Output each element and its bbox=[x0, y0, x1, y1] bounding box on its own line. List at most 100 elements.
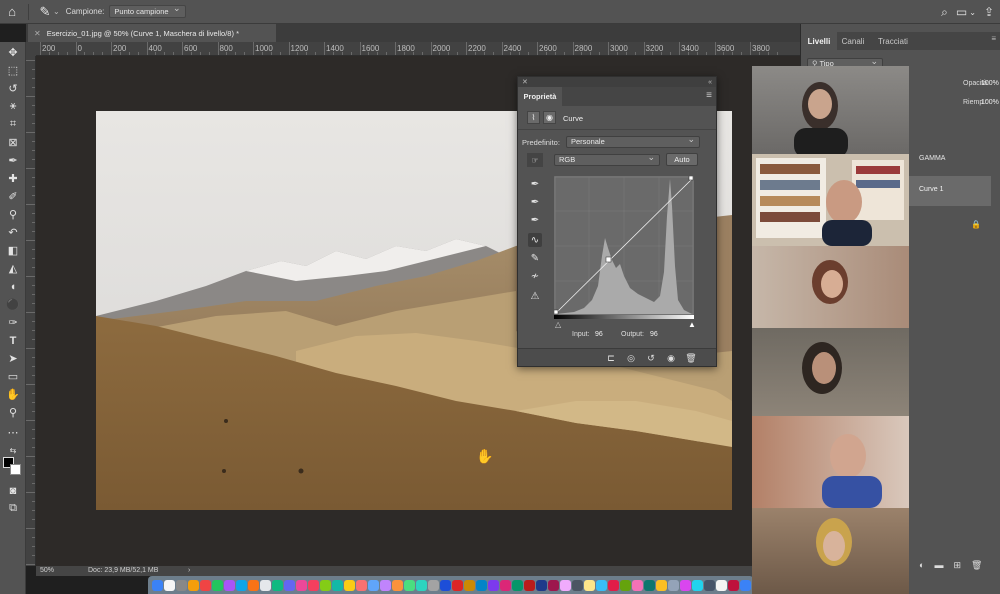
type-tool-icon[interactable]: T bbox=[3, 332, 23, 349]
sample-gray-point-icon[interactable]: ✒ bbox=[528, 195, 542, 209]
dock-app-icon[interactable] bbox=[608, 579, 619, 591]
opacity-value[interactable]: 100% bbox=[981, 80, 999, 87]
search-icon[interactable]: ⌕ bbox=[941, 5, 948, 20]
dock-app-icon[interactable] bbox=[248, 579, 259, 591]
dock-app-icon[interactable] bbox=[740, 579, 751, 591]
lasso-tool-icon[interactable]: ↺ bbox=[3, 80, 23, 97]
dock-app-icon[interactable] bbox=[224, 579, 235, 591]
move-tool-icon[interactable]: ✥ bbox=[3, 44, 23, 61]
dock-app-icon[interactable] bbox=[692, 579, 703, 591]
dock-app-icon[interactable] bbox=[416, 579, 427, 591]
dock-app-icon[interactable] bbox=[596, 579, 607, 591]
dock-app-icon[interactable] bbox=[584, 579, 595, 591]
preset-select[interactable]: Personale bbox=[566, 134, 700, 148]
dock-app-icon[interactable] bbox=[572, 579, 583, 591]
dock-app-icon[interactable] bbox=[464, 579, 475, 591]
dock-app-icon[interactable] bbox=[344, 579, 355, 591]
dock-app-icon[interactable] bbox=[620, 579, 631, 591]
draw-curve-pencil-icon[interactable]: ✎ bbox=[528, 251, 542, 265]
arrange-chevron-icon[interactable]: ⌄ bbox=[969, 8, 976, 17]
dock-app-icon[interactable] bbox=[296, 579, 307, 591]
home-icon[interactable]: ⌂ bbox=[0, 0, 24, 24]
new-adjustment-layer-icon[interactable]: ◐ bbox=[919, 560, 924, 574]
dock-app-icon[interactable] bbox=[680, 579, 691, 591]
dock-app-icon[interactable] bbox=[644, 579, 655, 591]
hand-tool-icon[interactable]: ✋ bbox=[3, 386, 23, 403]
brush-tool-icon[interactable]: ✐ bbox=[3, 188, 23, 205]
properties-panel-header[interactable]: ✕ « bbox=[518, 77, 716, 87]
participant-video-tile[interactable] bbox=[752, 508, 909, 594]
dock-app-icon[interactable] bbox=[272, 579, 283, 591]
dock-app-icon[interactable] bbox=[548, 579, 559, 591]
path-selection-tool-icon[interactable]: ➤ bbox=[3, 350, 23, 367]
dock-app-icon[interactable] bbox=[260, 579, 271, 591]
dock-app-icon[interactable] bbox=[512, 579, 523, 591]
dock-app-icon[interactable] bbox=[440, 579, 451, 591]
marquee-tool-icon[interactable]: ⬚ bbox=[3, 62, 23, 79]
status-arrow-icon[interactable]: › bbox=[188, 567, 190, 574]
dock-app-icon[interactable] bbox=[188, 579, 199, 591]
reset-adjustment-icon[interactable]: ↺ bbox=[644, 352, 658, 364]
dock-app-icon[interactable] bbox=[380, 579, 391, 591]
horizontal-ruler[interactable]: 200 0 200 400 600 800 1000 1200 1400 1600 1800 2000… bbox=[36, 42, 800, 56]
participant-video-tile[interactable] bbox=[752, 328, 909, 416]
healing-brush-tool-icon[interactable]: ✚ bbox=[3, 170, 23, 187]
zoom-tool-icon[interactable]: ⚲ bbox=[3, 404, 23, 421]
fill-value[interactable]: 100% bbox=[981, 99, 999, 106]
dock-app-icon[interactable] bbox=[728, 579, 739, 591]
rectangle-tool-icon[interactable]: ▭ bbox=[3, 368, 23, 385]
dock-app-icon[interactable] bbox=[704, 579, 715, 591]
delete-adjustment-icon[interactable]: 🗑 bbox=[684, 352, 698, 364]
close-panel-icon[interactable]: ✕ bbox=[522, 78, 528, 86]
sample-select[interactable]: Punto campione bbox=[109, 3, 186, 18]
crop-tool-icon[interactable]: ⌗ bbox=[3, 116, 23, 133]
dock-app-icon[interactable] bbox=[476, 579, 487, 591]
channel-select[interactable]: RGB bbox=[554, 152, 660, 166]
zoom-level[interactable]: 50% bbox=[40, 567, 54, 574]
eyedropper-tool-icon-side[interactable]: ✒ bbox=[3, 152, 23, 169]
dock-app-icon[interactable] bbox=[176, 579, 187, 591]
vertical-ruler[interactable] bbox=[26, 56, 36, 566]
document-tab[interactable]: ✕ Esercizio_01.jpg @ 50% (Curve 1, Masch… bbox=[28, 24, 276, 42]
dock-app-icon[interactable] bbox=[632, 579, 643, 591]
dock-app-icon[interactable] bbox=[212, 579, 223, 591]
blur-tool-icon[interactable]: ◖ bbox=[3, 278, 23, 295]
dock-app-icon[interactable] bbox=[368, 579, 379, 591]
dodge-tool-icon[interactable]: ⚫ bbox=[3, 296, 23, 313]
dock-app-icon[interactable] bbox=[500, 579, 511, 591]
on-image-adjustment-icon[interactable]: ☞ bbox=[527, 153, 543, 167]
layer-row-selected[interactable]: Curve 1 bbox=[909, 176, 991, 206]
dock-app-icon[interactable] bbox=[536, 579, 547, 591]
dock-app-icon[interactable] bbox=[164, 579, 175, 591]
dock-app-icon[interactable] bbox=[404, 579, 415, 591]
layer-mask-icon[interactable]: ◉ bbox=[543, 111, 556, 124]
panel-menu-icon[interactable]: ≡ bbox=[706, 90, 712, 101]
dock-app-icon[interactable] bbox=[332, 579, 343, 591]
new-layer-icon[interactable]: ⊞ bbox=[953, 560, 961, 574]
dock-app-icon[interactable] bbox=[524, 579, 535, 591]
clipping-warning-icon[interactable]: ⚠ bbox=[528, 289, 542, 303]
share-icon[interactable]: ⇪ bbox=[984, 5, 994, 19]
dock-app-icon[interactable] bbox=[392, 579, 403, 591]
curves-graph[interactable] bbox=[554, 176, 694, 319]
dock-app-icon[interactable] bbox=[452, 579, 463, 591]
collapse-panel-icon[interactable]: « bbox=[708, 79, 712, 86]
paint-bucket-tool-icon[interactable]: ◭ bbox=[3, 260, 23, 277]
sample-white-point-icon[interactable]: ✒ bbox=[528, 213, 542, 227]
dock-app-icon[interactable] bbox=[236, 579, 247, 591]
dock-app-icon[interactable] bbox=[356, 579, 367, 591]
tab-properties[interactable]: Proprietà bbox=[518, 87, 562, 106]
tab-layers[interactable]: Livelli bbox=[801, 32, 837, 50]
auto-button[interactable]: Auto bbox=[666, 153, 698, 166]
arrange-documents-icon[interactable]: ▭ bbox=[956, 5, 967, 19]
dock-app-icon[interactable] bbox=[284, 579, 295, 591]
panel-menu-icon[interactable]: ≡ bbox=[991, 34, 996, 43]
frame-tool-icon[interactable]: ⊠ bbox=[3, 134, 23, 151]
sample-black-point-icon[interactable]: ✒ bbox=[528, 177, 542, 191]
visibility-eye-icon[interactable]: ◉ bbox=[664, 352, 678, 364]
smooth-curve-icon[interactable]: ≁ bbox=[528, 269, 542, 283]
participant-video-tile[interactable] bbox=[752, 246, 909, 328]
black-slider-icon[interactable]: △ bbox=[555, 320, 561, 329]
dock-app-icon[interactable] bbox=[428, 579, 439, 591]
background-color-swatch[interactable] bbox=[10, 464, 21, 475]
